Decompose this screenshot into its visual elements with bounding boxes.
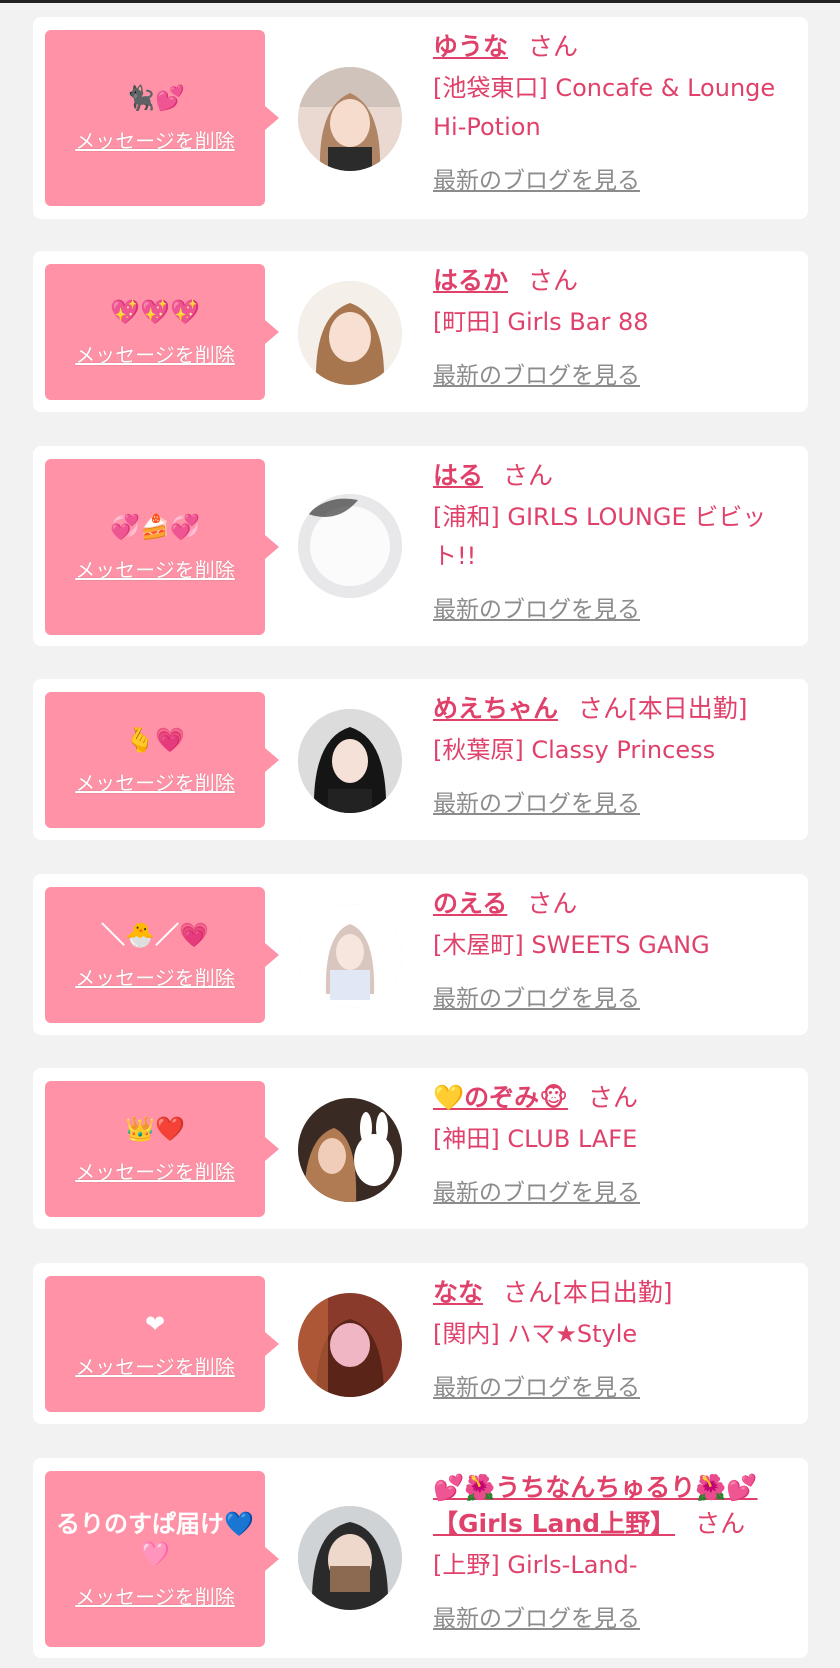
shop-name: [池袋東口] Concafe & Lounge Hi-Potion [433,74,776,141]
list-item: るりのすぱ届け💙🩷 メッセージを削除 💕🌺うちなんちゅるり🌺💕【Girls La… [33,1458,808,1658]
honorific-label: さん [528,266,579,295]
cast-name-link[interactable]: はる [433,461,483,490]
entry-info: はる さん [浦和] GIRLS LOUNGE ビビット!! 最新のブログを見る [433,458,803,624]
message-bubble: ❤ メッセージを削除 [45,1276,279,1412]
delete-message-link[interactable]: メッセージを削除 [75,1581,235,1610]
avatar[interactable] [298,709,402,813]
list-item: 💖💖💖 メッセージを削除 はるか さん [町田] Girls Bar 88 最新の… [33,251,808,412]
shop-name: [関内] ハマ★Style [433,1320,638,1348]
avatar[interactable] [298,1293,402,1397]
honorific-label: さん [528,32,579,61]
avatar[interactable] [298,281,402,385]
message-text: 🐈‍⬛💕 [125,83,185,112]
latest-blog-link[interactable]: 最新のブログを見る [433,356,640,390]
cast-name-link[interactable]: なな [433,1278,483,1307]
latest-blog-link[interactable]: 最新のブログを見る [433,979,640,1013]
cast-name-link[interactable]: めえちゃん [433,694,558,723]
honorific-label: さん [503,461,554,490]
latest-blog-link[interactable]: 最新のブログを見る [433,1599,640,1633]
shop-name: [秋葉原] Classy Princess [433,736,716,764]
shop-name: [町田] Girls Bar 88 [433,308,649,336]
latest-blog-link[interactable]: 最新のブログを見る [433,1173,640,1207]
cast-name-link[interactable]: ゆうな [433,32,508,61]
message-bubble: 🐈‍⬛💕 メッセージを削除 [45,30,279,206]
delete-message-link[interactable]: メッセージを削除 [75,767,235,796]
avatar[interactable] [298,1506,402,1610]
message-bubble: 💖💖💖 メッセージを削除 [45,264,279,400]
top-border [0,0,840,3]
list-item: 🐈‍⬛💕 メッセージを削除 ゆうな さん [池袋東口] Concafe & Lou… [33,17,808,219]
list-item: 👑❤️ メッセージを削除 💛のぞみ🐵 さん [神田] CLUB LAFE 最新のブ… [33,1068,808,1229]
entry-info: のえる さん [木屋町] SWEETS GANG 最新のブログを見る [433,886,803,1013]
avatar[interactable] [298,67,402,171]
avatar[interactable] [298,904,402,1008]
latest-blog-link[interactable]: 最新のブログを見る [433,161,640,195]
delete-message-link[interactable]: メッセージを削除 [75,962,235,991]
shop-name: [木屋町] SWEETS GANG [433,931,710,959]
message-text: るりのすぱ届け💙🩷 [56,1509,254,1568]
honorific-label: さん [578,694,629,723]
message-bubble: 🫰💗 メッセージを削除 [45,692,279,828]
latest-blog-link[interactable]: 最新のブログを見る [433,590,640,624]
message-bubble: 💞🍰💞 メッセージを削除 [45,459,279,635]
message-bubble: るりのすぱ届け💙🩷 メッセージを削除 [45,1471,279,1647]
avatar[interactable] [298,1098,402,1202]
avatar[interactable] [298,494,402,598]
cast-name-link[interactable]: 💛のぞみ🐵 [433,1083,568,1112]
message-bubble: ＼🐣／💗 メッセージを削除 [45,887,279,1023]
shop-name: [浦和] GIRLS LOUNGE ビビット!! [433,503,767,570]
message-text: 🫰💗 [125,725,185,754]
list-item: 🫰💗 メッセージを削除 めえちゃん さん[本日出勤] [秋葉原] Classy P… [33,679,808,840]
entry-info: はるか さん [町田] Girls Bar 88 最新のブログを見る [433,263,803,390]
entry-info: ゆうな さん [池袋東口] Concafe & Lounge Hi-Potion … [433,29,803,195]
message-text: ❤ [144,1309,166,1338]
status-label: [本日出勤] [553,1278,673,1307]
status-label: [本日出勤] [628,694,748,723]
message-text: 💞🍰💞 [110,512,200,541]
shop-name: [上野] Girls-Land- [433,1551,638,1579]
cast-name-link[interactable]: はるか [433,266,508,295]
list-item: ＼🐣／💗 メッセージを削除 のえる さん [木屋町] SWEETS GANG 最新… [33,874,808,1035]
shop-name: [神田] CLUB LAFE [433,1125,638,1153]
list-item: 💞🍰💞 メッセージを削除 はる さん [浦和] GIRLS LOUNGE ビビット… [33,446,808,646]
delete-message-link[interactable]: メッセージを削除 [75,554,235,583]
entry-info: 💕🌺うちなんちゅるり🌺💕【Girls Land上野】 さん [上野] Girls-… [433,1470,803,1633]
latest-blog-link[interactable]: 最新のブログを見る [433,784,640,818]
entry-info: 💛のぞみ🐵 さん [神田] CLUB LAFE 最新のブログを見る [433,1080,803,1207]
delete-message-link[interactable]: メッセージを削除 [75,339,235,368]
honorific-label: さん [588,1083,639,1112]
delete-message-link[interactable]: メッセージを削除 [75,1156,235,1185]
list-item: ❤ メッセージを削除 なな さん[本日出勤] [関内] ハマ★Style 最新のブ… [33,1263,808,1424]
honorific-label: さん [527,889,578,918]
latest-blog-link[interactable]: 最新のブログを見る [433,1368,640,1402]
message-bubble: 👑❤️ メッセージを削除 [45,1081,279,1217]
delete-message-link[interactable]: メッセージを削除 [75,1351,235,1380]
delete-message-link[interactable]: メッセージを削除 [75,125,235,154]
entry-info: めえちゃん さん[本日出勤] [秋葉原] Classy Princess 最新のブ… [433,691,803,818]
message-text: ＼🐣／💗 [101,920,209,949]
honorific-label: さん [695,1509,746,1538]
honorific-label: さん [503,1278,554,1307]
message-text: 👑❤️ [125,1114,185,1143]
cast-name-link[interactable]: のえる [433,889,507,918]
message-text: 💖💖💖 [110,297,200,326]
entry-info: なな さん[本日出勤] [関内] ハマ★Style 最新のブログを見る [433,1275,803,1402]
